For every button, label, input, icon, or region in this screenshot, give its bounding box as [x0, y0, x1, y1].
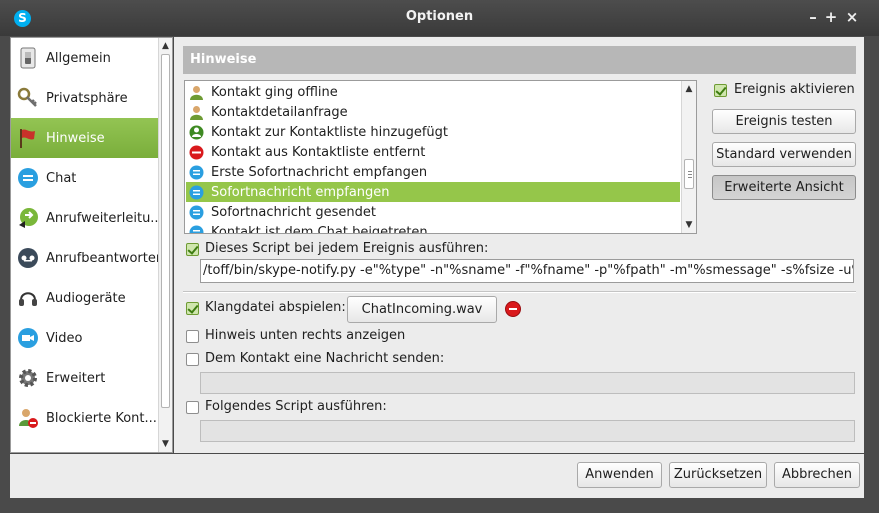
play-sound-label: Klangdatei abspielen:	[205, 300, 346, 315]
chat-icon	[189, 185, 204, 200]
maximize-button[interactable]: +	[822, 7, 840, 27]
event-list: Kontakt ging offline Kontaktdetailanfrag…	[184, 80, 697, 234]
sidebar-item-anrufbeantworter[interactable]: Anrufbeantworter	[11, 238, 159, 278]
gear-icon	[17, 367, 39, 389]
list-item-label: Kontakt zur Kontaktliste hinzugefügt	[211, 124, 448, 140]
video-icon	[17, 327, 39, 349]
scroll-up-icon[interactable]: ▲	[682, 82, 696, 96]
remove-icon[interactable]	[505, 301, 521, 317]
event-list-scroll-thumb[interactable]	[684, 159, 694, 189]
notifications-panel: Hinweise Kontakt ging offline Kontaktdet…	[174, 37, 864, 453]
sidebar-item-label: Blockierte Kont...	[46, 410, 157, 426]
key-icon	[17, 87, 39, 109]
section-title: Hinweise	[183, 46, 856, 74]
sidebar-item-label: Chat	[46, 170, 77, 186]
sidebar-item-privatsphaere[interactable]: Privatsphäre	[11, 78, 159, 118]
test-event-button[interactable]: Ereignis testen	[712, 109, 856, 134]
sidebar-scrollbar[interactable]: ▲ ▼	[158, 38, 172, 452]
chat-icon	[17, 167, 39, 189]
list-item[interactable]: Kontakt ist dem Chat beigetreten	[186, 222, 680, 234]
sidebar-item-label: Hinweise	[46, 130, 105, 146]
list-item-label: Kontakt aus Kontaktliste entfernt	[211, 144, 426, 160]
category-sidebar: Allgemein Privatsphäre Hinweise Chat Anr…	[10, 37, 173, 453]
sidebar-item-anrufweiterleitung[interactable]: Anrufweiterleitu...	[11, 198, 159, 238]
sidebar-item-blockierte-kontakte[interactable]: Blockierte Kont...	[11, 398, 159, 438]
close-button[interactable]: ×	[843, 7, 861, 27]
use-default-button[interactable]: Standard verwenden	[712, 142, 856, 167]
sidebar-item-video[interactable]: Video	[11, 318, 159, 358]
event-list-scrollbar[interactable]: ▲ ▼	[681, 81, 696, 233]
script-every-event-input[interactable]: /toff/bin/skype-notify.py -e"%type" -n"%…	[200, 259, 854, 283]
arrow-icon	[17, 447, 39, 452]
play-sound-checkbox[interactable]	[186, 302, 199, 315]
send-message-label: Dem Kontakt eine Nachricht senden:	[205, 351, 445, 366]
script-every-event-checkbox[interactable]	[186, 243, 199, 256]
call-forward-icon	[17, 207, 39, 229]
enable-event-label: Ereignis aktivieren	[734, 82, 855, 97]
flag-icon	[17, 127, 39, 149]
add-contact-icon	[189, 125, 204, 140]
headset-icon	[17, 287, 39, 309]
sidebar-item-partial[interactable]	[11, 438, 159, 452]
chat-icon	[189, 165, 204, 180]
list-item-label: Sofortnachricht empfangen	[211, 184, 390, 200]
list-item[interactable]: Kontakt aus Kontaktliste entfernt	[186, 142, 680, 162]
sidebar-item-label: Anrufweiterleitu...	[46, 210, 159, 226]
apply-button[interactable]: Anwenden	[577, 462, 662, 488]
list-item-label: Kontakt ging offline	[211, 84, 338, 100]
sidebar-item-allgemein[interactable]: Allgemein	[11, 38, 159, 78]
scroll-down-icon[interactable]: ▼	[682, 218, 696, 232]
scroll-up-icon[interactable]: ▲	[159, 39, 172, 53]
sidebar-item-erweitert[interactable]: Erweitert	[11, 358, 159, 398]
sidebar-item-label: Audiogeräte	[46, 290, 126, 306]
voicemail-icon	[17, 247, 39, 269]
list-item-label: Sofortnachricht gesendet	[211, 204, 376, 220]
remove-icon	[189, 145, 204, 160]
chat-icon	[189, 205, 204, 220]
advanced-view-button[interactable]: Erweiterte Ansicht	[712, 175, 856, 200]
enable-event-checkbox[interactable]	[714, 84, 727, 97]
blocked-contact-icon	[17, 407, 39, 429]
sidebar-item-audiogeraete[interactable]: Audiogeräte	[11, 278, 159, 318]
script-every-event-label: Dieses Script bei jedem Ereignis ausführ…	[205, 241, 489, 256]
chat-icon	[189, 225, 204, 233]
options-window: S Optionen – + × Allgemein Privatsphäre …	[0, 0, 879, 513]
run-script-checkbox[interactable]	[186, 401, 199, 414]
contact-icon	[189, 105, 204, 120]
list-item-label: Kontaktdetailanfrage	[211, 104, 348, 120]
list-item[interactable]: Kontakt ging offline	[186, 82, 680, 102]
sidebar-item-hinweise[interactable]: Hinweise	[11, 118, 159, 158]
send-message-checkbox[interactable]	[186, 353, 199, 366]
switch-icon	[17, 47, 39, 69]
sidebar-item-label: Video	[46, 330, 83, 346]
sidebar-item-label: Erweitert	[46, 370, 106, 386]
sidebar-item-label: Privatsphäre	[46, 90, 128, 106]
scroll-down-icon[interactable]: ▼	[159, 437, 172, 451]
list-item[interactable]: Kontakt zur Kontaktliste hinzugefügt	[186, 122, 680, 142]
show-hint-checkbox[interactable]	[186, 330, 199, 343]
sidebar-scroll-thumb[interactable]	[161, 54, 170, 408]
show-hint-label: Hinweis unten rechts anzeigen	[205, 328, 406, 343]
cancel-button[interactable]: Abbrechen	[774, 462, 860, 488]
send-message-input[interactable]	[200, 372, 855, 394]
sidebar-item-chat[interactable]: Chat	[11, 158, 159, 198]
contact-icon	[189, 85, 204, 100]
list-item-label: Kontakt ist dem Chat beigetreten	[211, 224, 428, 234]
sidebar-item-label: Anrufbeantworter	[46, 250, 159, 266]
dialog-footer: Anwenden Zurücksetzen Abbrechen	[10, 454, 864, 498]
divider	[183, 291, 856, 293]
list-item-selected[interactable]: Sofortnachricht empfangen	[186, 182, 680, 202]
reset-button[interactable]: Zurücksetzen	[669, 462, 767, 488]
sidebar-item-label: Allgemein	[46, 50, 111, 66]
list-item[interactable]: Erste Sofortnachricht empfangen	[186, 162, 680, 182]
window-title: Optionen	[405, 9, 474, 24]
run-script-input[interactable]	[200, 420, 855, 442]
title-bar: S Optionen – + ×	[0, 0, 879, 36]
list-item-label: Erste Sofortnachricht empfangen	[211, 164, 428, 180]
list-item[interactable]: Kontaktdetailanfrage	[186, 102, 680, 122]
run-script-label: Folgendes Script ausführen:	[205, 399, 387, 414]
minimize-button[interactable]: –	[804, 7, 822, 27]
sound-file-button[interactable]: ChatIncoming.wav	[347, 296, 497, 323]
list-item[interactable]: Sofortnachricht gesendet	[186, 202, 680, 222]
